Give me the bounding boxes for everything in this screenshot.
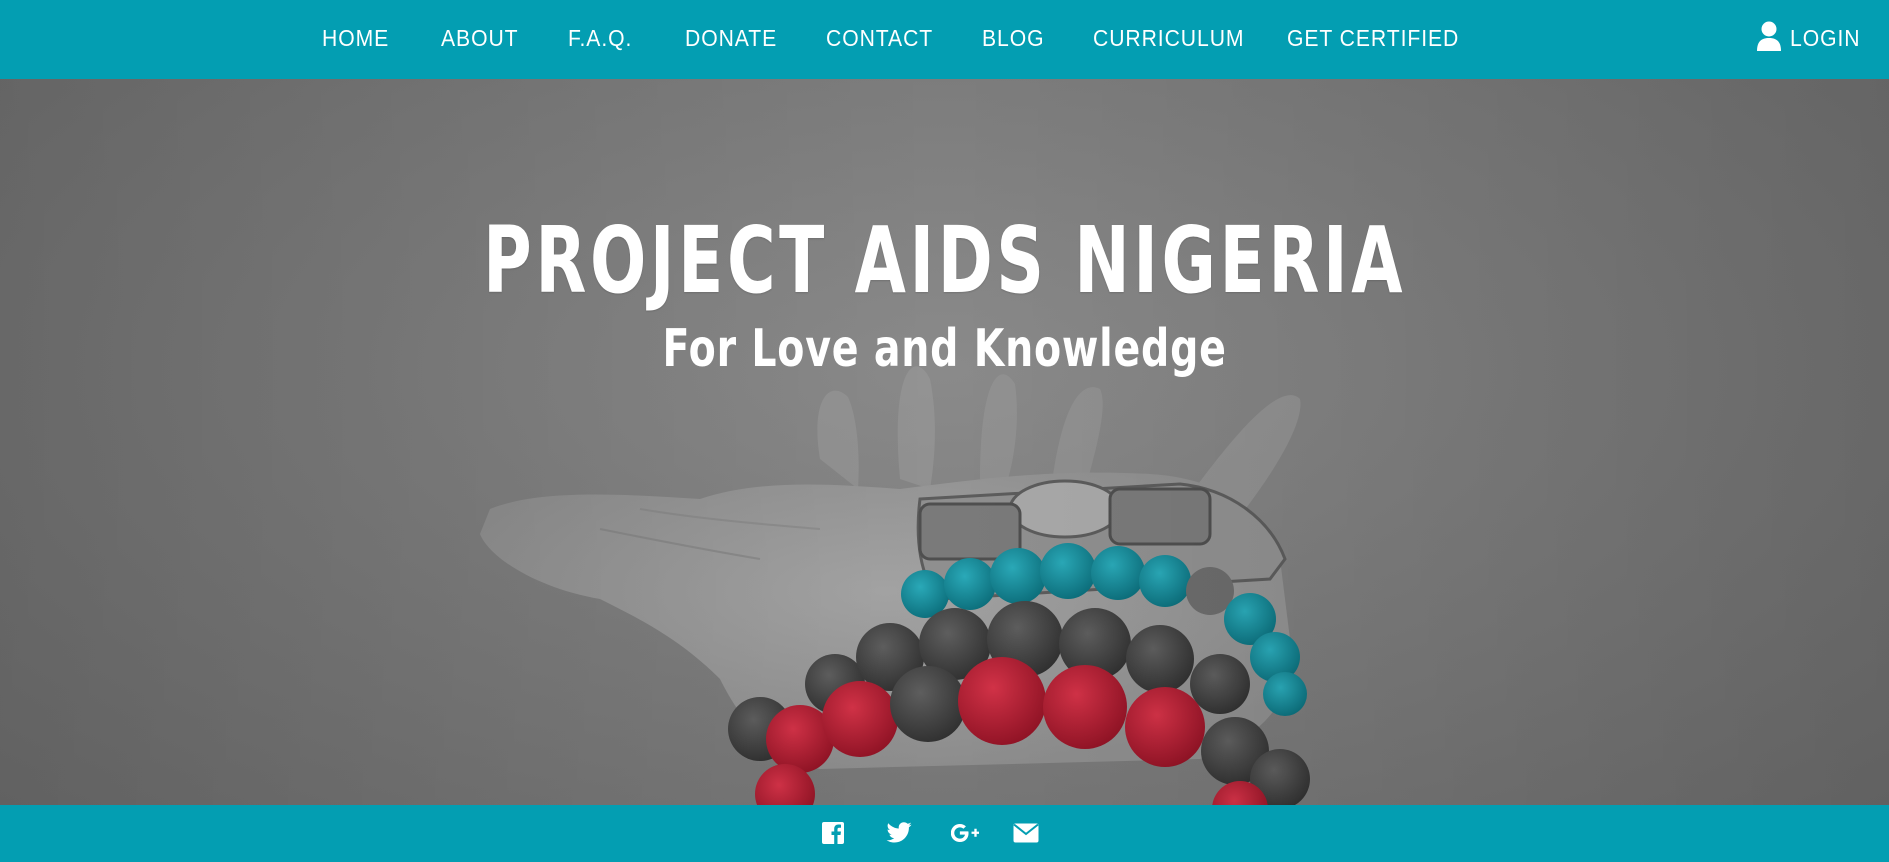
nav-item-contact[interactable]: CONTACT	[826, 22, 933, 54]
hero-background-image	[0, 79, 1889, 805]
nav-item-faq[interactable]: F.A.Q.	[568, 22, 632, 54]
nav-item-home[interactable]: HOME	[322, 22, 389, 54]
page-subtitle: For Love and Knowledge	[662, 319, 1227, 379]
facebook-icon[interactable]	[819, 819, 847, 847]
nav-item-blog[interactable]: BLOG	[982, 22, 1044, 54]
google-plus-icon[interactable]	[951, 819, 979, 847]
twitter-icon[interactable]	[885, 819, 913, 847]
nav-item-donate[interactable]: DONATE	[685, 22, 777, 54]
email-icon[interactable]	[1012, 819, 1040, 847]
nav-item-get-certified[interactable]: GET CERTIFIED	[1287, 22, 1459, 54]
footer-bar	[0, 805, 1889, 862]
page-title: PROJECT AIDS NIGERIA	[483, 207, 1407, 314]
nav-item-about[interactable]: ABOUT	[441, 22, 518, 54]
user-icon	[1756, 20, 1782, 57]
top-navigation-bar: HOME ABOUT F.A.Q. DONATE CONTACT BLOG CU…	[0, 0, 1889, 79]
nav-item-curriculum[interactable]: CURRICULUM	[1093, 22, 1244, 54]
login-button[interactable]: LOGIN	[1756, 18, 1867, 58]
login-label: LOGIN	[1790, 24, 1861, 51]
hero-banner: PROJECT AIDS NIGERIA For Love and Knowle…	[0, 79, 1889, 805]
main-nav: HOME ABOUT F.A.Q. DONATE CONTACT BLOG CU…	[0, 0, 1889, 79]
